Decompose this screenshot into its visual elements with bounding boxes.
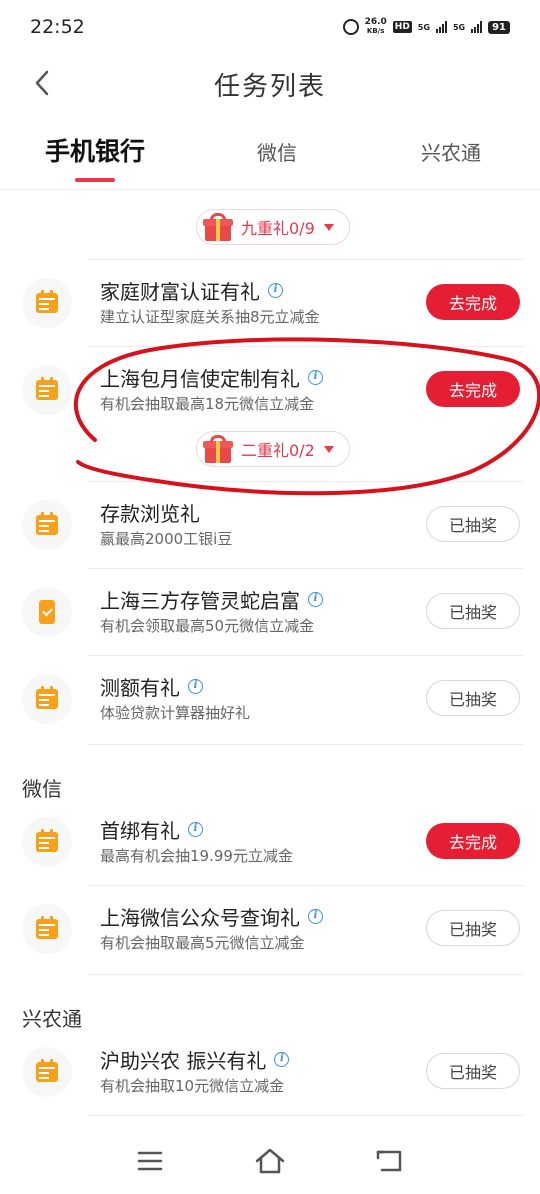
task-desc: 体验贷款计算器抽好礼 — [100, 704, 251, 722]
drawn-button[interactable]: 已抽奖 — [426, 680, 520, 716]
tab-wechat[interactable]: 微信 — [257, 137, 297, 166]
gift-icon — [203, 435, 233, 463]
menu-icon[interactable] — [130, 1146, 170, 1176]
task-desc: 有机会领取最高50元微信立减金 — [100, 617, 315, 635]
header: 任务列表 — [0, 56, 540, 112]
task-row: 上海三方存管灵蛇启富 i 有机会领取最高50元微信立减金 已抽奖 — [0, 569, 540, 655]
system-nav-bar — [0, 1128, 540, 1194]
task-title: 存款浏览礼 — [100, 502, 200, 526]
task-row: 家庭财富认证有礼 i 建立认证型家庭关系抽8元立减金 去完成 — [0, 260, 540, 346]
status-icons: 26.0 KB/s HD 5G 5G 91 — [342, 17, 510, 36]
info-icon[interactable]: i — [268, 283, 283, 298]
page-title: 任务列表 — [213, 72, 326, 102]
task-title: 上海三方存管灵蛇启富 i — [100, 585, 323, 614]
task-row: 上海微信公众号查询礼 i 有机会抽取最高5元微信立减金 已抽奖 — [0, 886, 540, 974]
battery-icon: 91 — [488, 20, 510, 34]
alarm-icon — [342, 19, 359, 35]
tab-bar: 手机银行 微信 兴农通 — [0, 120, 540, 190]
status-bar: 22:52 26.0 KB/s HD 5G 5G 91 — [0, 0, 540, 56]
gift-badge-nine[interactable]: 九重礼0/9 — [196, 209, 350, 245]
section-label-wechat: 微信 — [22, 777, 62, 801]
divider — [88, 974, 524, 975]
task-title: 首绑有礼 i — [100, 815, 203, 844]
task-row: 测额有礼 i 体验贷款计算器抽好礼 已抽奖 — [0, 656, 540, 744]
tab-mobile-banking[interactable]: 手机银行 — [45, 132, 145, 168]
gift-badge-text: 二重礼0/2 — [241, 441, 315, 460]
calendar-icon — [22, 365, 72, 415]
section-label-xingnongtong: 兴农通 — [22, 1007, 82, 1031]
status-time: 22:52 — [30, 16, 85, 38]
task-title: 测额有礼 i — [100, 672, 203, 701]
signal-icon-2 — [471, 21, 483, 33]
task-desc: 有机会抽取10元微信立减金 — [100, 1077, 285, 1095]
drawn-button[interactable]: 已抽奖 — [426, 506, 520, 542]
complete-button[interactable]: 去完成 — [426, 823, 520, 859]
network-type-2: 5G — [452, 22, 466, 32]
info-icon[interactable]: i — [188, 822, 203, 837]
calendar-icon — [22, 278, 72, 328]
drawn-button[interactable]: 已抽奖 — [426, 910, 520, 946]
task-row: 存款浏览礼 赢最高2000工银i豆 已抽奖 — [0, 482, 540, 568]
divider — [88, 744, 524, 745]
info-icon[interactable]: i — [188, 679, 203, 694]
task-desc: 有机会抽取最高5元微信立减金 — [100, 934, 305, 952]
task-title: 上海包月信使定制有礼 i — [100, 363, 323, 392]
task-row: 沪助兴农 振兴有礼 i 有机会抽取10元微信立减金 已抽奖 — [0, 1029, 540, 1115]
gift-badge-text: 九重礼0/9 — [241, 219, 315, 238]
tab-xingnongtong[interactable]: 兴农通 — [421, 137, 481, 166]
task-title: 家庭财富认证有礼 i — [100, 276, 283, 305]
phone-check-icon — [22, 587, 72, 637]
network-type-1: 5G — [417, 22, 430, 32]
info-icon[interactable]: i — [274, 1052, 290, 1067]
task-desc: 建立认证型家庭关系抽8元立减金 — [100, 308, 320, 326]
complete-button[interactable]: 去完成 — [426, 284, 520, 320]
hd-icon: HD — [392, 21, 412, 33]
chevron-down-icon — [323, 443, 335, 455]
calendar-icon — [22, 817, 72, 867]
signal-icon — [435, 21, 447, 33]
home-icon[interactable] — [250, 1146, 290, 1176]
active-tab-indicator — [75, 178, 115, 182]
drawn-button[interactable]: 已抽奖 — [426, 593, 520, 629]
gift-icon — [203, 213, 233, 241]
chevron-down-icon — [323, 221, 335, 233]
calendar-icon — [22, 904, 72, 954]
calendar-icon — [22, 674, 72, 724]
task-row: 首绑有礼 i 最高有机会抽19.99元立减金 去完成 — [0, 799, 540, 885]
info-icon[interactable]: i — [308, 370, 323, 385]
calendar-icon — [22, 500, 72, 550]
drawn-button[interactable]: 已抽奖 — [426, 1053, 520, 1089]
task-title: 上海微信公众号查询礼 i — [100, 902, 323, 931]
gift-badge-two[interactable]: 二重礼0/2 — [196, 431, 350, 467]
task-title: 沪助兴农 振兴有礼 i — [100, 1045, 290, 1074]
task-desc: 有机会抽取最高18元微信立减金 — [100, 395, 315, 413]
info-icon[interactable]: i — [308, 909, 323, 924]
task-desc: 最高有机会抽19.99元立减金 — [100, 847, 293, 865]
info-icon[interactable]: i — [308, 592, 323, 607]
task-desc: 赢最高2000工银i豆 — [100, 530, 233, 548]
divider — [88, 1115, 524, 1116]
complete-button[interactable]: 去完成 — [426, 371, 520, 407]
calendar-icon — [22, 1047, 72, 1097]
network-speed: 26.0 KB/s — [364, 17, 387, 36]
back-nav-icon[interactable] — [370, 1146, 410, 1176]
